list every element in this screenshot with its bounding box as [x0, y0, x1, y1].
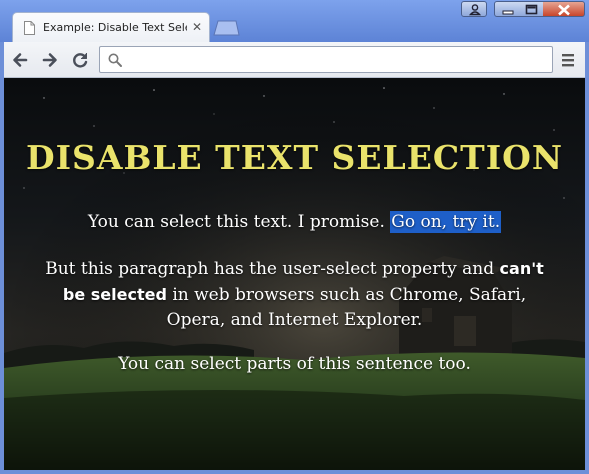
- close-window-icon: [558, 4, 570, 16]
- reload-button[interactable]: [70, 50, 90, 70]
- forward-button[interactable]: [40, 50, 60, 70]
- paragraph-text-start: But this paragraph has the user-select p…: [45, 259, 495, 279]
- browser-window: Example: Disable Text Selec ✕ DISABLE TE…: [0, 0, 589, 474]
- browser-toolbar: [4, 42, 585, 78]
- address-input[interactable]: [128, 50, 538, 69]
- maximize-icon: [525, 4, 538, 15]
- selectable-text[interactable]: You can select this text. I promise.: [88, 212, 385, 232]
- new-tab-button[interactable]: [212, 20, 240, 36]
- close-icon[interactable]: ✕: [192, 20, 202, 34]
- forward-arrow-icon: [42, 53, 57, 67]
- partially-selectable-paragraph[interactable]: You can select parts of this sentence to…: [4, 352, 585, 376]
- profile-button[interactable]: [461, 1, 487, 17]
- search-icon: [107, 52, 123, 68]
- active-tab[interactable]: Example: Disable Text Selec ✕: [12, 12, 210, 42]
- unselectable-paragraph: But this paragraph has the user-select p…: [32, 256, 557, 333]
- paragraph-text-end: in web browsers such as Chrome, Safari, …: [166, 285, 527, 330]
- selectable-paragraph[interactable]: You can select this text. I promise. Go …: [4, 210, 585, 234]
- tab-strip: Example: Disable Text Selec ✕: [0, 0, 589, 42]
- page-title: DISABLE TEXT SELECTION: [25, 138, 564, 177]
- menu-button[interactable]: [559, 50, 577, 70]
- hamburger-menu-icon: [562, 54, 574, 67]
- address-bar[interactable]: [99, 46, 553, 73]
- back-button[interactable]: [10, 50, 30, 70]
- back-arrow-icon: [13, 53, 28, 67]
- page-viewport: DISABLE TEXT SELECTION You can select th…: [4, 78, 585, 470]
- minimize-icon: [502, 10, 514, 15]
- reload-icon: [73, 53, 88, 68]
- page-content: DISABLE TEXT SELECTION You can select th…: [4, 78, 585, 470]
- person-icon: [468, 4, 482, 16]
- maximize-button[interactable]: [519, 1, 544, 17]
- tab-title: Example: Disable Text Selec: [43, 21, 187, 34]
- close-window-button[interactable]: [543, 1, 585, 17]
- selected-text[interactable]: Go on, try it.: [390, 211, 502, 233]
- file-icon: [24, 20, 35, 35]
- minimize-button[interactable]: [494, 1, 520, 17]
